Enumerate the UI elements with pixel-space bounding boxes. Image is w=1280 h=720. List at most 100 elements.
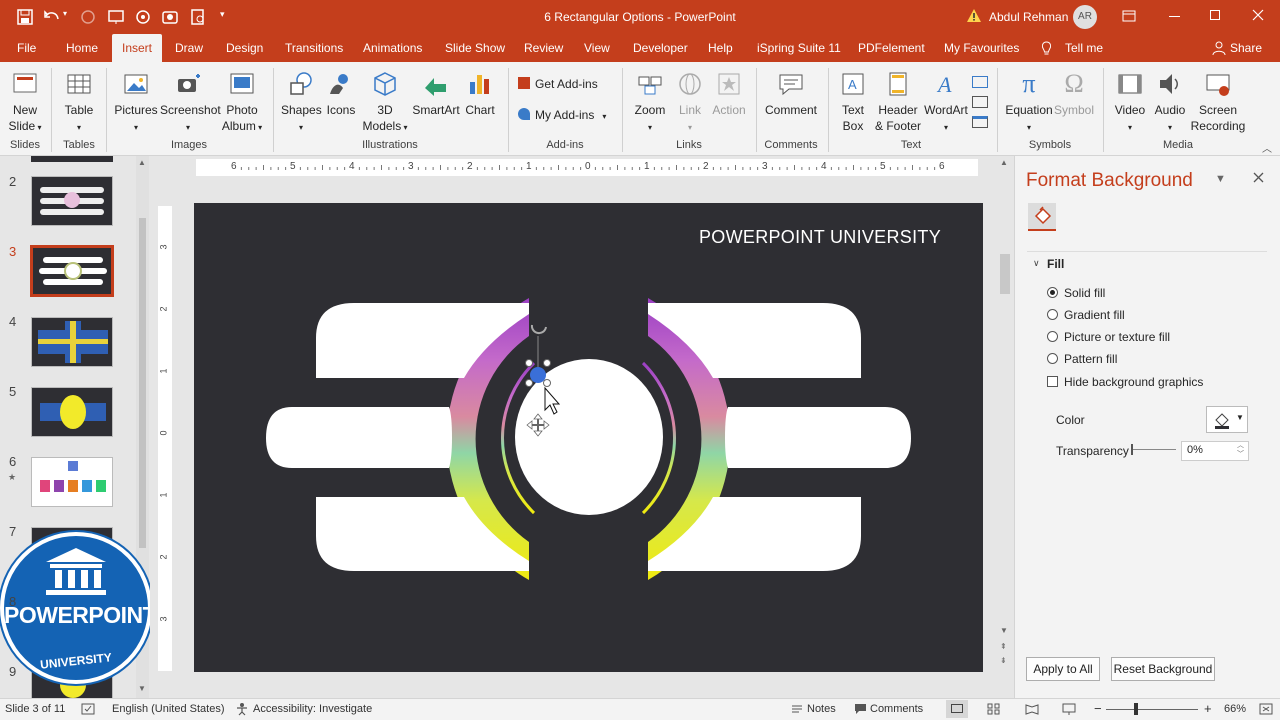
gradient-fill-radio[interactable] [1047, 309, 1058, 320]
slide-show-icon[interactable] [1062, 703, 1076, 715]
accessibility-status[interactable]: Accessibility: Investigate [253, 703, 372, 715]
tab-home[interactable]: Home [66, 34, 98, 62]
comments-button[interactable]: Comments [870, 703, 923, 715]
share-icon[interactable] [1212, 41, 1226, 55]
maximize-icon[interactable] [1210, 10, 1220, 20]
text-more-icon[interactable] [972, 76, 988, 88]
fit-slide-icon[interactable] [1259, 703, 1273, 715]
avatar[interactable]: AR [1073, 5, 1097, 29]
zoom-out-icon[interactable]: − [1094, 701, 1102, 716]
slide-sorter-icon[interactable] [987, 703, 1000, 715]
selection-handle[interactable] [543, 359, 551, 367]
chart-button[interactable]: Chart [462, 70, 498, 118]
solid-fill-label[interactable]: Solid fill [1064, 286, 1105, 300]
equation-button[interactable]: π Equation ▾ [1004, 70, 1054, 136]
editor-scrollbar[interactable]: ▲ ▼ ⇞ ⇟ [998, 156, 1012, 676]
tab-my-favourites[interactable]: My Favourites [944, 34, 1019, 62]
thumbnail-slide-4[interactable] [31, 317, 113, 367]
language[interactable]: English (United States) [112, 703, 225, 715]
text-box-button[interactable]: A Text Box [836, 70, 870, 134]
slide-canvas[interactable]: POWERPOINT UNIVERSITY [194, 203, 983, 672]
fill-tab[interactable] [1028, 203, 1056, 231]
new-slide-button[interactable]: New Slide ▾ [6, 70, 44, 136]
symbol-button[interactable]: Ω Symbol [1054, 70, 1094, 118]
slide-counter[interactable]: Slide 3 of 11 [5, 703, 65, 715]
tab-ispring[interactable]: iSpring Suite 11 [757, 34, 841, 62]
thumbnail-slide-3[interactable] [30, 245, 114, 297]
shapes-button[interactable]: Shapes ▾ [281, 70, 322, 136]
collapse-ribbon-icon[interactable]: ︿ [1262, 140, 1272, 155]
zoom-level[interactable]: 66% [1224, 703, 1246, 715]
3d-models-button[interactable]: 3D Models ▾ [362, 70, 408, 136]
scroll-up-icon[interactable]: ▲ [1000, 158, 1008, 167]
pane-close-icon[interactable] [1253, 172, 1264, 183]
thumbnail-slide-1-partial[interactable] [31, 156, 113, 162]
tab-draw[interactable]: Draw [175, 34, 203, 62]
selection-handle[interactable] [525, 379, 533, 387]
selection-handle[interactable] [525, 359, 533, 367]
tab-view[interactable]: View [584, 34, 610, 62]
tab-slide-show[interactable]: Slide Show [445, 34, 505, 62]
option-bar-mid-right[interactable] [725, 407, 911, 468]
hide-background-checkbox[interactable] [1047, 376, 1058, 387]
zoom-slider[interactable] [1106, 709, 1198, 710]
link-button[interactable]: Link ▾ [674, 70, 706, 136]
transparency-slider[interactable] [1132, 449, 1176, 450]
header-footer-button[interactable]: Header & Footer [874, 70, 922, 134]
pictures-button[interactable]: Pictures ▾ [114, 70, 158, 136]
thumbnail-slide-5[interactable] [31, 387, 113, 437]
solid-fill-radio[interactable] [1047, 287, 1058, 298]
audio-button[interactable]: Audio ▾ [1152, 70, 1188, 136]
normal-view-button[interactable] [946, 700, 968, 718]
smartart-button[interactable]: SmartArt [412, 70, 460, 118]
icons-button[interactable]: Icons [324, 70, 358, 118]
tab-design[interactable]: Design [226, 34, 263, 62]
comment-button[interactable]: Comment [763, 70, 819, 118]
pattern-fill-radio[interactable] [1047, 353, 1058, 364]
scroll-up-icon[interactable]: ▲ [138, 158, 146, 167]
next-slide-icon[interactable]: ⇟ [1000, 656, 1007, 665]
option-bar-mid-left[interactable] [266, 407, 452, 468]
tab-review[interactable]: Review [524, 34, 563, 62]
gradient-fill-label[interactable]: Gradient fill [1064, 308, 1125, 322]
screen-recording-button[interactable]: Screen Recording [1190, 70, 1246, 134]
ribbon-display-options-icon[interactable] [1122, 10, 1136, 22]
table-button[interactable]: Table ▾ [60, 70, 98, 136]
get-addins-button[interactable]: Get Add-ins [518, 77, 598, 91]
tab-animations[interactable]: Animations [363, 34, 422, 62]
collapse-chevron-icon[interactable]: ∨ [1033, 258, 1040, 269]
pattern-fill-label[interactable]: Pattern fill [1064, 352, 1117, 366]
video-button[interactable]: Video ▾ [1110, 70, 1150, 136]
reset-background-button[interactable]: Reset Background [1111, 657, 1215, 681]
action-button[interactable]: Action [710, 70, 748, 118]
tab-pdfelement[interactable]: PDFelement [858, 34, 925, 62]
tab-file[interactable]: File [17, 34, 36, 62]
spelling-icon[interactable] [81, 703, 95, 715]
transparency-slider-thumb[interactable] [1131, 444, 1133, 455]
date-time-icon[interactable] [972, 96, 988, 108]
selection-handle[interactable] [530, 367, 546, 383]
minimize-icon[interactable] [1169, 16, 1180, 17]
tab-help[interactable]: Help [708, 34, 733, 62]
fill-section-header[interactable]: Fill [1047, 257, 1064, 271]
close-icon[interactable] [1252, 9, 1264, 21]
transparency-spinner[interactable]: ︿ ﹀ [1237, 441, 1244, 459]
apply-to-all-button[interactable]: Apply to All [1026, 657, 1100, 681]
thumbnail-slide-2[interactable] [31, 176, 113, 226]
zoom-button[interactable]: Zoom ▾ [630, 70, 670, 136]
accessibility-icon[interactable] [235, 702, 249, 716]
picture-texture-fill-label[interactable]: Picture or texture fill [1064, 330, 1170, 344]
selection-handle[interactable] [543, 379, 551, 387]
scroll-down-icon[interactable]: ▼ [1000, 626, 1008, 635]
reading-view-icon[interactable] [1025, 703, 1039, 715]
picture-texture-fill-radio[interactable] [1047, 331, 1058, 342]
zoom-in-icon[interactable]: + [1204, 701, 1212, 716]
user-name[interactable]: Abdul Rehman [989, 10, 1068, 24]
tell-me-search[interactable]: Tell me [1065, 34, 1103, 62]
rotate-handle-icon[interactable] [530, 324, 547, 335]
wordart-button[interactable]: A WordArt ▾ [923, 70, 969, 136]
tab-transitions[interactable]: Transitions [285, 34, 343, 62]
my-addins-button[interactable]: My Add-ins ▾ [518, 108, 606, 122]
previous-slide-icon[interactable]: ⇞ [1000, 642, 1007, 651]
color-picker-button[interactable]: ▼ [1206, 406, 1248, 433]
